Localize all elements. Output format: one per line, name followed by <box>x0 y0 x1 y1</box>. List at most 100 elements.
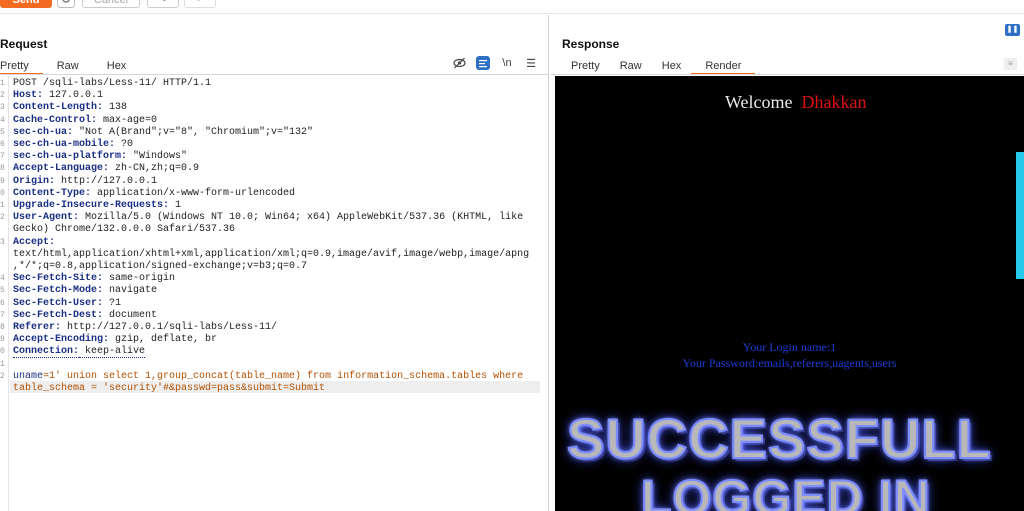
line-value: 127.0.0.1 <box>43 90 104 102</box>
request-editor[interactable]: 1 POST /sqli-labs/Less-11/ HTTP/1.1 2 Host:… <box>0 76 548 511</box>
line-number: 8 <box>0 164 5 174</box>
line-value: ,*/*;q=0.8,application/signed-exchange;v… <box>13 261 308 272</box>
line-value: ?1 <box>103 297 122 309</box>
request-panel: Request Pretty Raw Hex \n ☰ 1 POST /sqli-… <box>0 15 549 511</box>
line-number: 2 <box>0 371 5 381</box>
line-value: "Not A(Brand";v="8", "Chromium";v="132" <box>73 126 314 138</box>
welcome-label: Welcome <box>725 92 793 112</box>
header-key: Upgrade-Insecure-Requests: <box>13 200 170 211</box>
password-text: Your Password:emails,referers,uagents,us… <box>682 356 897 370</box>
line-number: 0 <box>0 347 5 357</box>
line-number: 9 <box>0 176 5 186</box>
tab-pretty[interactable]: Pretty <box>561 59 610 75</box>
cancel-button[interactable]: Cancel <box>82 0 140 8</box>
send-button[interactable]: Send <box>0 0 52 8</box>
response-title: Response <box>562 37 620 51</box>
line-value: "Windows" <box>127 151 188 163</box>
header-key: Referer: <box>13 322 62 333</box>
render-view: Welcome Dhakkan Your Login name:1 Your Pa… <box>555 76 1024 511</box>
line-number: 9 <box>0 335 5 345</box>
request-line: Accept: <box>13 237 55 249</box>
request-line: Cache-Control: max-age=0 <box>13 115 157 127</box>
request-line: Sec-Fetch-Mode: navigate <box>13 285 157 297</box>
menu-icon[interactable]: ☰ <box>524 56 538 70</box>
response-tabs: Pretty Raw Hex Render <box>561 59 756 75</box>
header-key: Sec-Fetch-User: <box>13 297 104 309</box>
tab-hex[interactable]: Hex <box>93 59 141 75</box>
tab-render[interactable]: Render <box>691 59 756 75</box>
request-line: Content-Length: 138 <box>13 102 127 114</box>
line-value: application/x-www-form-urlencoded <box>91 187 296 199</box>
request-line: Upgrade-Insecure-Requests: 1 <box>13 200 181 212</box>
welcome-name: Dhakkan <box>801 92 867 112</box>
gear-icon[interactable]: ⚙ <box>57 0 75 8</box>
request-line: sec-ch-ua: "Not A(Brand";v="8", "Chromiu… <box>13 127 313 139</box>
line-value: ?0 <box>115 139 134 150</box>
request-tabs: Pretty Raw Hex <box>0 59 140 75</box>
header-key: Cache-Control: <box>13 114 98 126</box>
request-line: sec-ch-ua-mobile: ?0 <box>13 139 133 151</box>
header-key: Sec-Fetch-Site: <box>13 273 104 285</box>
line-value: 1 <box>169 200 182 211</box>
header-key: Host: <box>13 90 44 102</box>
line-value: same-origin <box>103 273 176 285</box>
line-number: 2 <box>0 91 5 101</box>
param-key: uname <box>13 370 44 382</box>
line-number: 1 <box>0 201 5 210</box>
response-tab-divider <box>551 74 1024 75</box>
tab-hex[interactable]: Hex <box>652 59 692 75</box>
line-number: 3 <box>0 103 5 113</box>
header-key: Accept-Language: <box>13 163 110 175</box>
request-tools: \n ☰ <box>452 56 538 70</box>
line-number: 6 <box>0 140 5 149</box>
back-button[interactable]: < <box>147 0 179 8</box>
success-banner-line1: SUCCESSFULL <box>566 406 992 471</box>
line-number: 4 <box>0 115 5 125</box>
tab-raw[interactable]: Raw <box>610 59 652 75</box>
line-value: http://127.0.0.1 <box>55 175 158 187</box>
line-value: http://127.0.0.1/sqli-labs/Less-11/ <box>61 322 278 333</box>
request-line: User-Agent: Mozilla/5.0 (Windows NT 10.0… <box>13 212 523 224</box>
line-value: gzip, deflate, br <box>109 334 218 346</box>
request-line: Host: 127.0.0.1 <box>13 90 103 102</box>
hide-eye-icon[interactable] <box>452 56 466 70</box>
request-line: POST /sqli-labs/Less-11/ HTTP/1.1 <box>13 78 211 90</box>
response-panel: ❚❚ Response Pretty Raw Hex Render ≡ Welc… <box>551 15 1024 511</box>
login-name-text: Your Login name:1 <box>742 340 837 354</box>
line-value: Mozilla/5.0 (Windows NT 10.0; Win64; x64… <box>79 212 524 224</box>
line-number: 0 <box>0 188 5 198</box>
line-number: 2 <box>0 213 5 223</box>
decorative-bar <box>1016 152 1024 279</box>
header-key: Sec-Fetch-Dest: <box>13 309 104 321</box>
request-line: Sec-Fetch-Dest: document <box>13 310 157 322</box>
wrap-icon[interactable]: ≡ <box>1004 58 1017 70</box>
line-number: 5 <box>0 127 5 137</box>
pause-icon[interactable]: ❚❚ <box>1005 24 1020 36</box>
request-tab-divider <box>0 74 549 75</box>
line-number: 1 <box>0 79 5 88</box>
line-number: 1 <box>0 359 5 369</box>
newline-toggle[interactable]: \n <box>500 56 514 70</box>
pretty-format-icon[interactable] <box>476 56 490 70</box>
top-toolbar: Send ⚙ Cancel < > <box>0 0 1024 14</box>
tab-pretty[interactable]: Pretty <box>0 59 43 75</box>
line-number: 7 <box>0 152 5 162</box>
request-line: sec-ch-ua-platform: "Windows" <box>13 151 187 163</box>
line-value: Gecko) Chrome/132.0.0.0 Safari/537.36 <box>13 224 236 236</box>
line-number: 6 <box>0 298 5 308</box>
header-key: Sec-Fetch-Mode: <box>13 285 104 297</box>
forward-button[interactable]: > <box>184 0 216 8</box>
welcome-text: Welcome Dhakkan <box>725 92 867 113</box>
line-value: text/html,application/xhtml+xml,applicat… <box>13 248 530 260</box>
line-value: 138 <box>103 102 128 114</box>
request-line: Origin: http://127.0.0.1 <box>13 176 157 188</box>
line-value: keep-alive <box>79 346 146 359</box>
header-key: Accept: <box>13 236 56 248</box>
request-line: Gecko) Chrome/132.0.0.0 Safari/537.36 <box>13 224 235 236</box>
request-line: Referer: http://127.0.0.1/sqli-labs/Less… <box>13 322 277 334</box>
request-line: table_schema = 'security'#&passwd=pass&s… <box>13 383 325 395</box>
tab-raw[interactable]: Raw <box>43 59 93 75</box>
line-number: 3 <box>0 237 5 247</box>
header-key: Accept-Encoding: <box>13 334 110 346</box>
request-line: ,*/*;q=0.8,application/signed-exchange;v… <box>13 261 307 273</box>
